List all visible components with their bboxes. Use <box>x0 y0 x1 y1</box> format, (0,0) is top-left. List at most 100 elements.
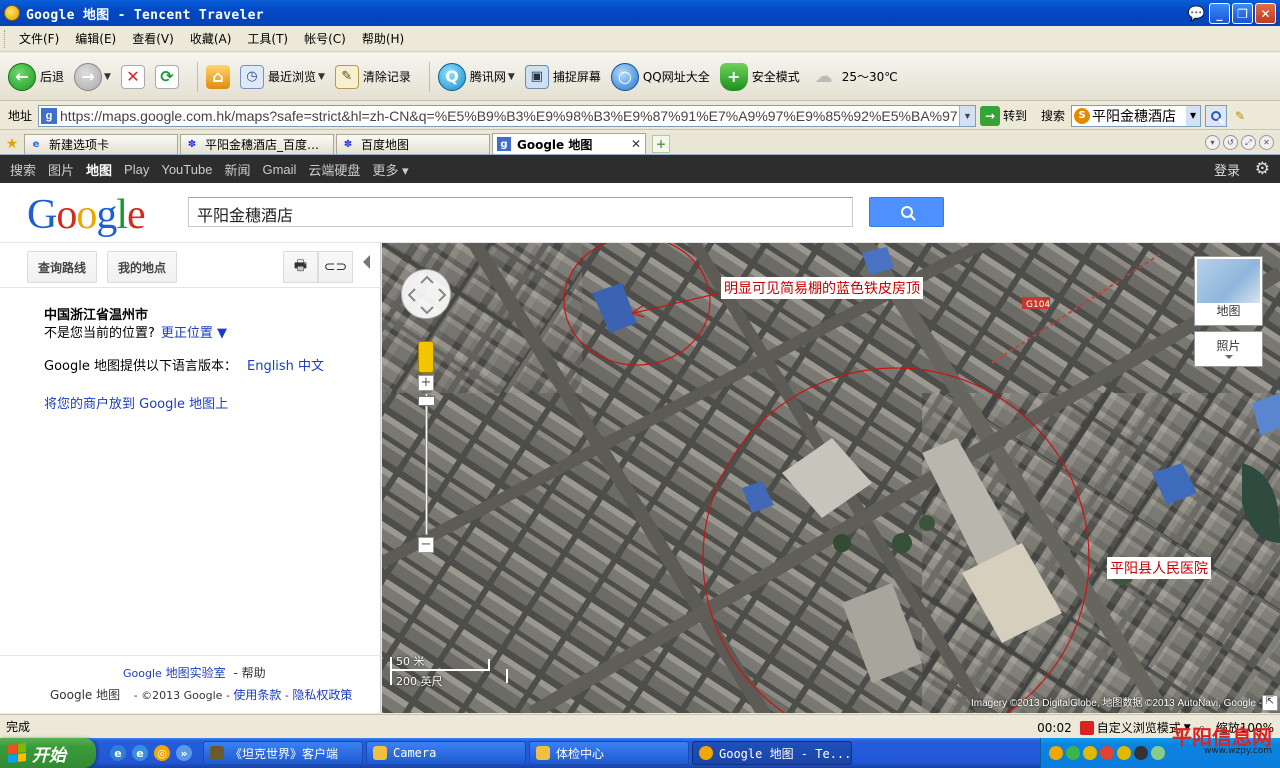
search-engine-icon[interactable]: S <box>1074 107 1091 124</box>
ie-icon[interactable]: e <box>110 745 126 761</box>
google-logo[interactable]: Google <box>27 191 146 239</box>
ie-alt-icon[interactable]: e <box>132 745 148 761</box>
qq-nav-button[interactable]: ○ QQ网址大全 <box>610 62 710 91</box>
maximize-button[interactable]: ❐ <box>1232 3 1253 24</box>
tencent-button[interactable]: Q 腾讯网 ▼ <box>437 62 515 91</box>
back-button[interactable]: ← 后退 <box>8 62 64 91</box>
directions-button[interactable]: 查询路线 <box>27 251 98 283</box>
tray-security-icon[interactable] <box>1066 746 1080 760</box>
tencent-dropdown-icon[interactable]: ▼ <box>508 72 515 82</box>
close-button[interactable]: ✕ <box>1255 3 1276 24</box>
menu-favorites[interactable]: 收藏(A) <box>182 30 240 47</box>
tray-network-icon[interactable] <box>1151 746 1165 760</box>
url-dropdown-icon[interactable]: ▼ <box>959 105 976 126</box>
tray-qq-icon-3[interactable] <box>1117 746 1131 760</box>
zoom-out-button[interactable]: − <box>418 537 434 553</box>
street-view-pegman-icon[interactable] <box>418 341 434 373</box>
gbar-more[interactable]: 更多 ▾ <box>372 160 408 179</box>
gbar-news[interactable]: 新闻 <box>224 160 250 179</box>
map-type-photo-button[interactable]: 照片 <box>1194 331 1263 367</box>
tray-browser-icon[interactable] <box>1049 746 1063 760</box>
print-icon[interactable]: 🖶 <box>283 251 318 283</box>
gbar-maps[interactable]: 地图 <box>86 160 112 179</box>
minimize-button[interactable]: _ <box>1209 3 1230 24</box>
gbar-search[interactable]: 搜索 <box>10 160 36 179</box>
gbar-play[interactable]: Play <box>124 162 149 177</box>
stop-button[interactable]: ✕ <box>120 64 145 89</box>
url-input[interactable]: g https://maps.google.com.hk/maps?safe=s… <box>38 104 977 127</box>
safe-mode-button[interactable]: + 安全模式 <box>719 62 800 91</box>
login-link[interactable]: 登录 <box>1214 160 1240 179</box>
go-button[interactable]: → 转到 <box>980 105 1027 126</box>
maps-search-button[interactable] <box>869 197 944 227</box>
collapse-panel-icon[interactable] <box>363 255 370 269</box>
tab-close-all-icon[interactable]: ✕ <box>1259 135 1274 150</box>
zoom-slider-track[interactable] <box>425 393 428 535</box>
gbar-images[interactable]: 图片 <box>48 160 74 179</box>
recent-dropdown-icon[interactable]: ▼ <box>318 72 325 82</box>
capture-button[interactable]: ▣ 捕捉屏幕 <box>524 64 601 89</box>
zoom-in-button[interactable]: + <box>418 375 434 391</box>
my-places-button[interactable]: 我的地点 <box>107 251 178 283</box>
menu-file[interactable]: 文件(F) <box>11 30 67 47</box>
taskbar-item-camera[interactable]: Camera <box>366 741 526 765</box>
new-tab-button[interactable]: + <box>652 135 670 153</box>
tab-list-icon[interactable]: ▾ <box>1205 135 1220 150</box>
favorites-star-icon[interactable]: ★ <box>2 134 22 154</box>
taskbar-item-tank-world[interactable]: 《坦克世界》客户端 <box>203 741 363 765</box>
menu-account[interactable]: 帐号(C) <box>296 30 354 47</box>
link-icon[interactable]: ⊂⊃ <box>318 251 353 283</box>
tab-detach-icon[interactable]: ⤢ <box>1241 135 1256 150</box>
forward-dropdown-icon[interactable]: ▼ <box>104 72 111 82</box>
pencil-icon[interactable]: ✎ <box>1231 107 1249 125</box>
menu-help[interactable]: 帮助(H) <box>354 30 412 47</box>
tray-qq-icon[interactable] <box>1083 746 1097 760</box>
chat-bubble-icon[interactable]: 💬 <box>1186 3 1207 24</box>
taskbar-item-checkup[interactable]: 体检中心 <box>529 741 689 765</box>
gbar-gmail[interactable]: Gmail <box>262 162 296 177</box>
menu-edit[interactable]: 编辑(E) <box>67 30 124 47</box>
tab-new[interactable]: e 新建选项卡 <box>24 134 178 154</box>
taskbar-item-google-maps[interactable]: Google 地图 - Te... <box>692 741 852 765</box>
quicklaunch-expand-icon[interactable]: » <box>176 745 192 761</box>
menu-tools[interactable]: 工具(T) <box>239 30 296 47</box>
menu-view[interactable]: 查看(V) <box>124 30 182 47</box>
clear-history-button[interactable]: ✎ 清除记录 <box>334 64 411 89</box>
lang-chinese-link[interactable]: 中文 <box>298 359 324 374</box>
weather-widget[interactable]: ☁ 25～30℃ <box>810 63 898 91</box>
pan-control[interactable] <box>401 269 451 319</box>
labs-link-2[interactable]: 地图实验室 <box>166 666 226 680</box>
toolbar-search-input[interactable]: S 平阳金穗酒店 ▼ <box>1071 104 1202 127</box>
location-question: 不是您当前的位置? 更正位置 ▼ <box>44 326 228 341</box>
refresh-button[interactable]: ⟳ <box>154 64 179 89</box>
zoom-slider-handle[interactable] <box>418 396 435 406</box>
maps-search-input[interactable]: 平阳金穗酒店 <box>188 197 853 227</box>
tab-baidu-search[interactable]: ✽ 平阳金穗酒店_百度… <box>180 134 334 154</box>
gear-icon[interactable]: ⚙ <box>1255 159 1270 179</box>
gbar-drive[interactable]: 云端硬盘 <box>308 160 360 179</box>
home-button[interactable]: ⌂ <box>205 64 230 89</box>
add-business-link[interactable]: 将您的商户放到 Google 地图上 <box>44 393 228 412</box>
tab-restore-icon[interactable]: ↺ <box>1223 135 1238 150</box>
browser-launch-icon[interactable]: ◎ <box>154 745 170 761</box>
expand-icon[interactable]: ⇱ <box>1262 695 1278 711</box>
map-type-map-button[interactable]: 地图 <box>1194 256 1263 326</box>
terms-link[interactable]: 使用条款 <box>233 688 281 702</box>
forward-button[interactable]: → ▼ <box>74 62 111 91</box>
tray-qq-icon-2[interactable] <box>1100 746 1114 760</box>
tab-baidu-map[interactable]: ✽ 百度地图 <box>336 134 490 154</box>
lang-english-link[interactable]: English <box>247 359 294 374</box>
tab-google-maps[interactable]: g Google 地图 ✕ <box>492 133 646 154</box>
tray-app-icon[interactable] <box>1134 746 1148 760</box>
privacy-link[interactable]: 隐私权政策 <box>292 688 352 702</box>
tab-close-icon[interactable]: ✕ <box>631 137 641 151</box>
help-link[interactable]: - 帮助 <box>233 666 265 680</box>
labs-link[interactable]: Google <box>123 667 162 680</box>
gbar-youtube[interactable]: YouTube <box>161 162 212 177</box>
start-button[interactable]: 开始 <box>0 738 96 768</box>
search-dropdown-icon[interactable]: ▼ <box>1186 105 1201 126</box>
toolbar-search-button[interactable] <box>1205 104 1228 127</box>
fix-location-link[interactable]: 更正位置 ▼ <box>161 326 227 341</box>
recent-button[interactable]: ◷ 最近浏览 ▼ <box>239 64 325 89</box>
satellite-map[interactable]: G104 + − 地图 照片 明显可见简易棚的蓝色铁皮房顶 平阳县人民医院 50… <box>382 243 1280 713</box>
